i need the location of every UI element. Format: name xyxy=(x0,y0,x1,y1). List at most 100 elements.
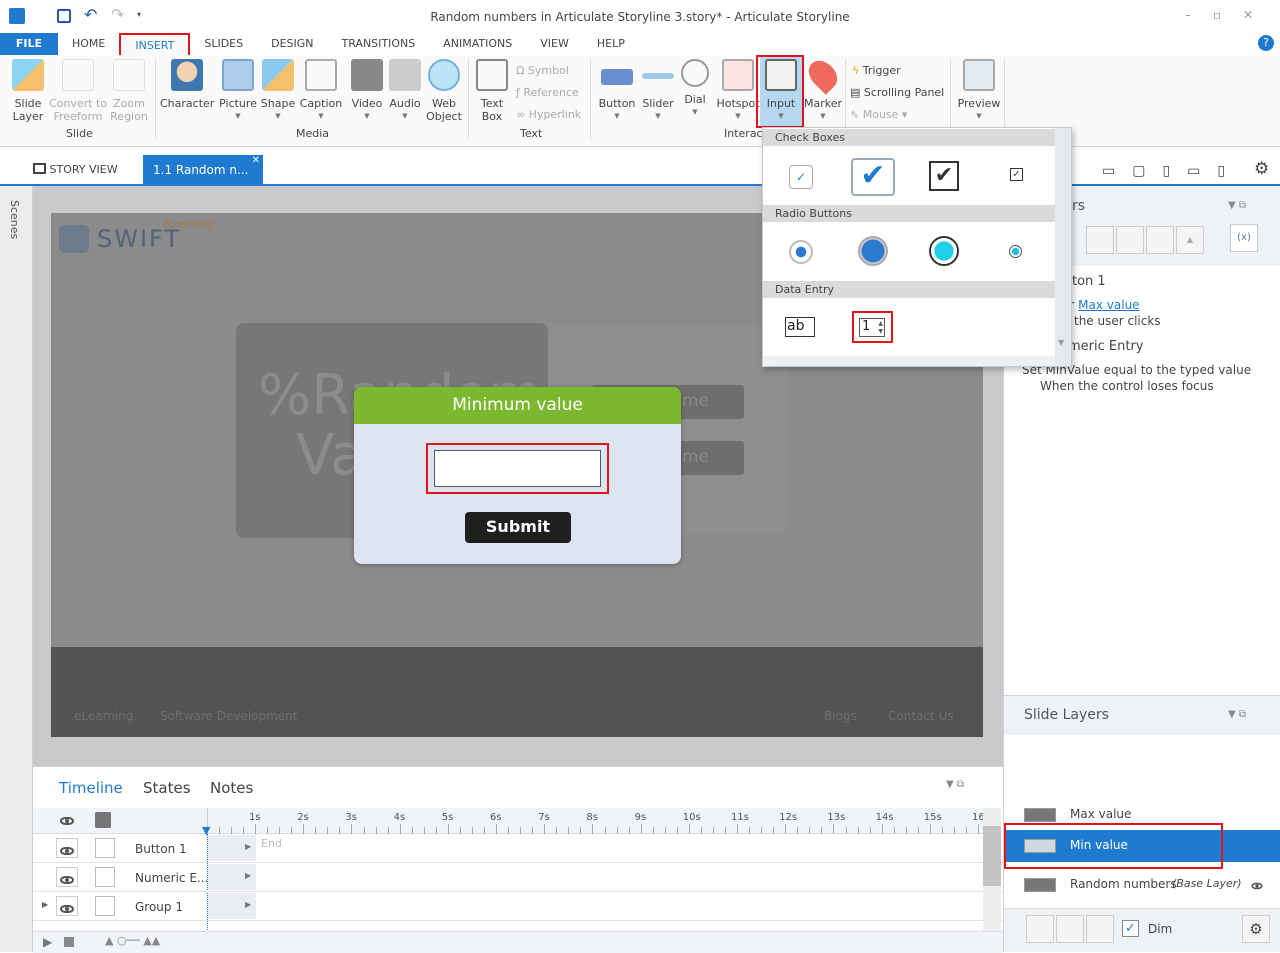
dropdown-scrollbar[interactable]: ▼ xyxy=(1055,128,1071,366)
lock-checkbox[interactable] xyxy=(95,867,115,887)
timeline-row[interactable]: ▶ Group 1 ▶ xyxy=(33,892,1003,921)
gear-icon[interactable]: ⚙ xyxy=(1254,159,1269,179)
menu-home[interactable]: HOME xyxy=(58,33,119,55)
expand-arrow-icon[interactable]: ▶ xyxy=(245,871,251,880)
expand-icon[interactable]: ▶ xyxy=(42,900,48,909)
copy-trigger-button[interactable] xyxy=(1086,226,1114,254)
move-up-button[interactable]: ▲ xyxy=(1176,226,1204,254)
play-icon[interactable]: ▶ xyxy=(43,935,52,949)
radio-style-2[interactable] xyxy=(858,236,888,266)
menu-file[interactable]: FILE xyxy=(0,33,58,55)
checkbox-style-1[interactable]: ✓ xyxy=(789,165,813,189)
text-box-button[interactable]: Text Box xyxy=(474,59,510,123)
menu-design[interactable]: DESIGN xyxy=(257,33,327,55)
tab-story-view[interactable]: STORY VIEW xyxy=(33,163,118,176)
mouse-button[interactable]: ⇖ Mouse ▾ xyxy=(850,108,907,121)
hyperlink-button[interactable]: ∞ Hyperlink xyxy=(516,108,581,121)
menu-view[interactable]: VIEW xyxy=(526,33,583,55)
tab-states[interactable]: States xyxy=(143,779,191,797)
footer-elearning[interactable]: eLearning xyxy=(74,709,133,723)
radio-style-4[interactable] xyxy=(1009,245,1022,258)
menu-help[interactable]: HELP xyxy=(583,33,639,55)
zoom-region-button[interactable]: Zoom Region xyxy=(108,59,150,123)
panel-options-icon[interactable]: ▼ ⧉ xyxy=(946,779,964,790)
slide-layer-button[interactable]: Slide Layer xyxy=(8,59,48,123)
footer-blogs[interactable]: Blogs xyxy=(824,709,857,723)
visibility-toggle[interactable] xyxy=(56,896,78,916)
text-entry-option[interactable]: ab xyxy=(785,317,815,337)
timeline-row[interactable]: Button 1 ▶ xyxy=(33,834,1003,863)
zoom-slider[interactable]: ▲ ○── ▲▲ xyxy=(105,934,160,947)
convert-freeform-button[interactable]: Convert to Freeform xyxy=(48,59,108,123)
audio-button[interactable]: Audio ▼ xyxy=(387,59,423,123)
hotspot-button[interactable]: Hotspot ▼ xyxy=(716,59,760,123)
device-preview-icons[interactable]: ▭▢▯▭▯ xyxy=(1102,163,1242,179)
menu-insert[interactable]: INSERT xyxy=(119,33,191,55)
ruler-tick-label: 11s xyxy=(731,812,749,823)
expand-arrow-icon[interactable]: ▶ xyxy=(245,842,251,851)
checkbox-style-4[interactable]: ✓ xyxy=(1010,168,1023,181)
eye-icon[interactable] xyxy=(60,814,74,828)
panel-options-icon[interactable]: ▼ ⧉ xyxy=(1228,709,1246,720)
radio-style-1[interactable] xyxy=(789,240,813,264)
timeline-row[interactable]: Numeric E... ▶ xyxy=(33,863,1003,892)
ruler-tick xyxy=(797,827,799,834)
trigger-button[interactable]: ϟ Trigger xyxy=(852,64,901,77)
max-value-link[interactable]: Max value xyxy=(1078,298,1139,312)
eye-icon[interactable] xyxy=(1250,879,1264,893)
layer-thumbnail xyxy=(1024,878,1056,892)
tab-slide[interactable]: 1.1 Random n... ✕ xyxy=(143,155,263,185)
dim-checkbox[interactable]: ✓ xyxy=(1122,920,1139,937)
dial-button[interactable]: Dial ▼ xyxy=(680,59,710,119)
picture-button[interactable]: Picture ▼ xyxy=(218,59,258,123)
variables-button[interactable]: (x) xyxy=(1230,224,1258,252)
visibility-toggle[interactable] xyxy=(56,867,78,887)
help-icon[interactable]: ? xyxy=(1258,35,1274,51)
video-button[interactable]: Video ▼ xyxy=(349,59,385,123)
slider-button[interactable]: Slider ▼ xyxy=(640,59,676,123)
menu-transitions[interactable]: TRANSITIONS xyxy=(328,33,430,55)
footer-contact[interactable]: Contact Us xyxy=(888,709,954,723)
menu-slides[interactable]: SLIDES xyxy=(190,33,257,55)
delete-layer-button[interactable] xyxy=(1086,915,1114,943)
radio-style-3[interactable] xyxy=(929,236,959,266)
lock-icon[interactable] xyxy=(95,812,111,828)
cursor-icon: ⇖ xyxy=(850,108,860,121)
duplicate-layer-button[interactable] xyxy=(1056,915,1084,943)
marker-button[interactable]: Marker ▼ xyxy=(803,55,843,123)
close-tab-icon[interactable]: ✕ xyxy=(252,155,260,166)
lock-checkbox[interactable] xyxy=(95,896,115,916)
panel-options-icon[interactable]: ▼ ⧉ xyxy=(1228,200,1246,211)
ruler-tick xyxy=(881,824,883,834)
symbol-button[interactable]: Ω Symbol xyxy=(516,64,569,77)
web-object-button[interactable]: Web Object xyxy=(424,59,464,123)
trigger-1[interactable]: er Max value xyxy=(1062,298,1140,312)
ruler-tick xyxy=(604,827,606,834)
layer-settings-button[interactable]: ⚙ xyxy=(1242,915,1270,943)
expand-arrow-icon[interactable]: ▶ xyxy=(245,900,251,909)
shape-button[interactable]: Shape ▼ xyxy=(259,59,297,123)
menu-animations[interactable]: ANIMATIONS xyxy=(429,33,526,55)
timeline-scrollbar[interactable] xyxy=(983,808,1001,931)
new-layer-button[interactable] xyxy=(1026,915,1054,943)
layer-item[interactable]: Random numbers (Base Layer) xyxy=(1004,869,1280,901)
window-controls[interactable]: –▫✕ xyxy=(1185,8,1275,22)
delete-trigger-button[interactable] xyxy=(1146,226,1174,254)
scrolling-panel-button[interactable]: ▤ Scrolling Panel xyxy=(850,86,944,99)
button-button[interactable]: Button ▼ xyxy=(597,59,637,123)
lock-checkbox[interactable] xyxy=(95,838,115,858)
stop-icon[interactable] xyxy=(64,937,74,947)
visibility-toggle[interactable] xyxy=(56,838,78,858)
reference-button[interactable]: ƒ Reference xyxy=(516,86,579,99)
caption-button[interactable]: Caption ▼ xyxy=(299,59,343,123)
checkbox-style-3[interactable]: ✔ xyxy=(929,161,959,191)
tab-notes[interactable]: Notes xyxy=(210,779,253,797)
tab-timeline[interactable]: Timeline xyxy=(59,779,123,797)
checkbox-style-2[interactable]: ✔ xyxy=(851,158,895,196)
character-button[interactable]: Character xyxy=(160,59,214,110)
preview-button[interactable]: Preview ▼ xyxy=(957,59,1001,123)
submit-button[interactable]: Submit xyxy=(465,512,571,543)
scenes-panel[interactable]: Scenes xyxy=(0,186,33,952)
paste-trigger-button[interactable] xyxy=(1116,226,1144,254)
footer-software[interactable]: Software Development xyxy=(160,709,298,723)
